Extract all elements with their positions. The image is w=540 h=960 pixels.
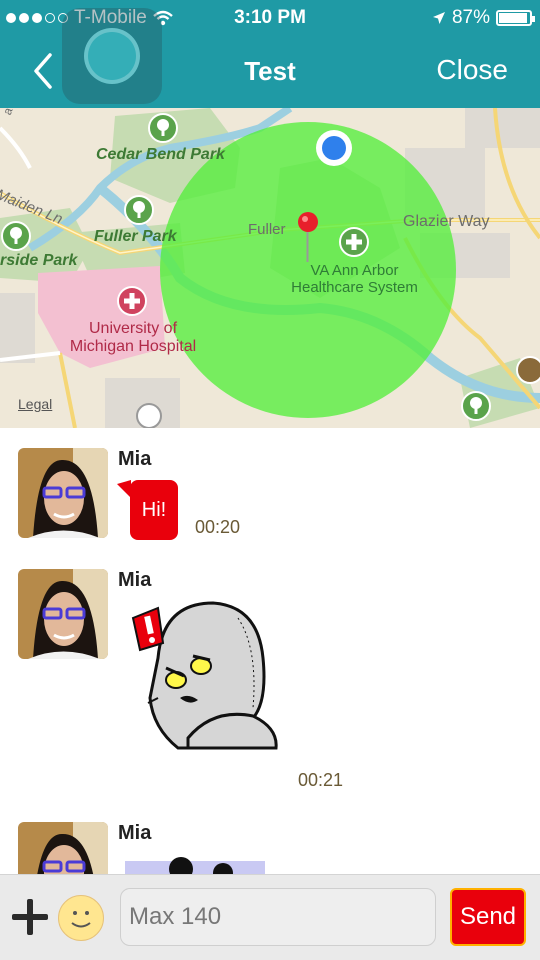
map-label-fuller: Fuller [248,221,286,238]
message-input[interactable] [120,888,436,946]
message-time: 00:20 [195,517,241,537]
location-arrow-icon [432,12,445,24]
park-icon [461,391,491,421]
park-icon [148,113,178,143]
park-icon [1,221,31,251]
smiley-icon [71,911,91,928]
map-label-glazier-way: Glazier Way [403,213,490,230]
send-button[interactable]: Send [450,888,526,946]
hospital-icon [117,286,147,316]
avatar-photo [18,822,108,874]
map-view[interactable]: Cedar Bend Park Maiden Ln Fuller Park Fu… [0,108,540,428]
medical-icon [339,227,369,257]
map-label-side-park: rside Park [0,252,78,269]
map-canvas [0,108,540,428]
avatar[interactable] [18,822,108,874]
sender-name: Mia [118,448,152,470]
message-bubble[interactable]: Hi! [130,480,178,540]
avatar[interactable] [18,569,108,659]
battery-percent: 87% [451,7,490,28]
exclamation-icon [131,606,165,652]
avatar-photo [18,569,108,659]
sender-name: Mia [118,569,152,591]
message-text: Hi! [141,498,167,521]
park-icon [124,195,154,225]
message-input-bar: Send [0,874,540,960]
current-location-dot-icon [316,130,352,166]
avatar-photo [18,448,108,538]
map-label-university-hospital: University of Michigan Hospital [69,320,197,355]
map-label-cedar-bend-park: Cedar Bend Park [96,146,225,163]
top-bar: T-Mobile 3:10 PM 87% Test Close [0,0,540,108]
battery-icon [496,10,535,26]
sticker-partial[interactable] [125,853,265,874]
map-legal-link[interactable]: Legal [18,396,52,412]
avatar[interactable] [18,448,108,538]
sender-name: Mia [118,822,152,844]
chat-list[interactable]: Mia Hi! 00:20 Mia 00:21 Mia [0,428,540,874]
angry-moon-sticker[interactable] [118,598,283,753]
status-right: 87% [432,7,535,29]
map-label-fuller-park: Fuller Park [94,228,177,245]
building-icon [136,403,162,428]
school-icon [516,356,540,384]
close-button[interactable]: Close [436,54,508,86]
bubble-tail [117,480,131,498]
map-label-va-ann-arbor: VA Ann Arbor Healthcare System [291,262,418,296]
message-time: 00:21 [298,770,344,790]
add-attachment-button[interactable] [12,899,48,935]
emoji-button[interactable] [58,895,104,941]
